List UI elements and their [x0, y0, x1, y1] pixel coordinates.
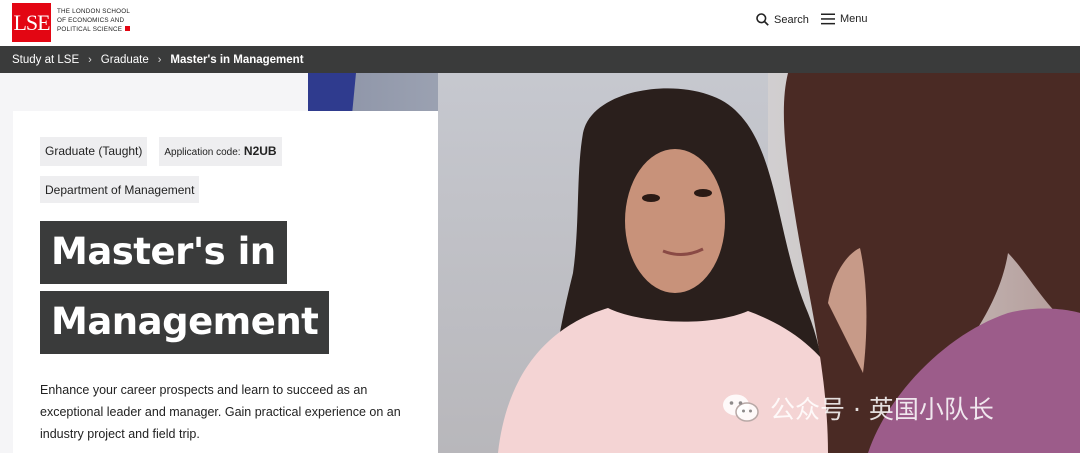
watermark-text: 公众号 · 英国小队长 — [770, 395, 994, 424]
programme-tags: Graduate (Taught) Application code: N2UB… — [40, 137, 411, 203]
menu-button[interactable]: Menu — [821, 13, 868, 25]
menu-label: Menu — [840, 13, 868, 25]
programme-card: Graduate (Taught) Application code: N2UB… — [13, 111, 438, 453]
logo-line: POLITICAL SCIENCE — [57, 25, 123, 33]
lse-logo[interactable]: LSE THE LONDON SCHOOL OF ECONOMICS AND P… — [12, 3, 131, 42]
chevron-right-icon: › — [88, 53, 92, 66]
application-code-tag: Application code: N2UB — [159, 137, 282, 166]
hamburger-icon — [821, 13, 835, 25]
logo-wordmark: THE LONDON SCHOOL OF ECONOMICS AND POLIT… — [57, 8, 131, 34]
application-code-value: N2UB — [243, 144, 277, 158]
site-header: LSE THE LONDON SCHOOL OF ECONOMICS AND P… — [0, 0, 1080, 46]
breadcrumb-study-at-lse[interactable]: Study at LSE — [12, 54, 79, 66]
chevron-right-icon: › — [157, 53, 162, 66]
logo-mark: LSE — [12, 3, 51, 42]
wechat-icon — [723, 394, 759, 422]
programme-level-tag: Graduate (Taught) — [40, 137, 148, 166]
search-icon — [756, 13, 769, 26]
application-code-label: Application code: — [164, 147, 241, 158]
department-tag[interactable]: Department of Management — [40, 176, 200, 203]
logo-line: THE LONDON SCHOOL — [57, 8, 131, 15]
logo-square-icon — [125, 25, 131, 31]
search-button[interactable]: Search — [756, 13, 809, 26]
title-line-2: Management — [40, 291, 330, 354]
title-line-1: Master's in — [40, 221, 287, 284]
breadcrumb: Study at LSE › Graduate › Master's in Ma… — [0, 46, 1080, 73]
breadcrumb-graduate[interactable]: Graduate — [101, 54, 149, 66]
search-label: Search — [774, 13, 809, 26]
page-title: Master's in Management — [40, 221, 411, 361]
breadcrumb-current: Master's in Management — [170, 53, 304, 66]
programme-description: Enhance your career prospects and learn … — [40, 383, 401, 441]
logo-line: OF ECONOMICS AND — [57, 16, 125, 24]
watermark: 公众号 · 英国小队长 — [722, 390, 994, 426]
